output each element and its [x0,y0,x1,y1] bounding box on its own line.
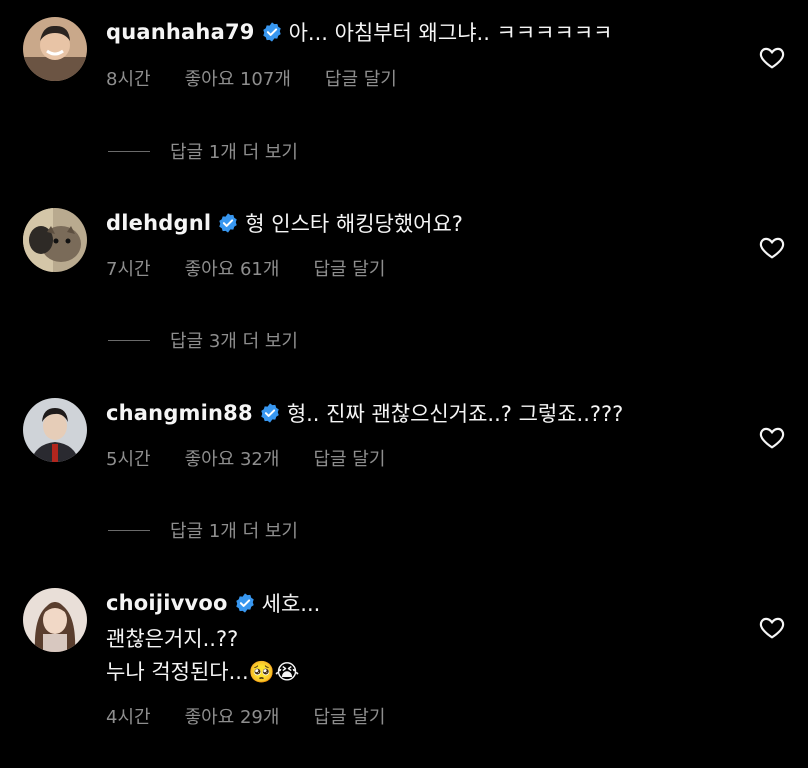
avatar[interactable] [23,588,87,652]
comment-text-line: 괜찮은거지..?? [106,623,238,653]
comment-text: 아... 아침부터 왜그냐.. ㅋㅋㅋㅋㅋㅋ [288,21,613,45]
comment-text: 형.. 진짜 괜찮으신거죠..? 그렇죠..??? [286,402,624,426]
divider [108,529,150,531]
comment-header: changmin88 형.. 진짜 괜찮으신거죠..? 그렇죠..??? [106,398,623,428]
reply-button[interactable]: 답글 달기 [313,703,385,729]
verified-badge-icon [217,212,239,234]
comment-time: 5시간 [106,449,151,470]
comment-text-line3: 누나 걱정된다...🥺😭 [106,660,300,684]
likes-count[interactable]: 좋아요 29개 [185,703,280,729]
comment-header: dlehdgnl 형 인스타 해킹당했어요? [106,208,463,238]
comment-meta: 7시간 좋아요 61개 답글 달기 [106,256,385,280]
comment-time: 4시간 [106,707,151,728]
comment-header: choijivvoo 세호... [106,588,320,618]
comment-meta: 8시간 좋아요 107개 답글 달기 [106,66,397,90]
view-replies-button[interactable]: 답글 3개 더 보기 [108,327,298,353]
heart-outline-icon[interactable] [759,45,785,69]
verified-badge-icon [234,592,256,614]
avatar[interactable] [23,208,87,272]
view-replies-label: 답글 1개 더 보기 [170,142,298,163]
comment-header: quanhaha79 아... 아침부터 왜그냐.. ㅋㅋㅋㅋㅋㅋ [106,17,612,47]
reply-button[interactable]: 답글 달기 [313,255,385,281]
verified-badge-icon [259,402,281,424]
username[interactable]: choijivvoo [106,591,228,615]
comment-meta: 4시간 좋아요 29개 답글 달기 [106,704,385,728]
avatar[interactable] [23,17,87,81]
view-replies-label: 답글 3개 더 보기 [170,331,298,352]
view-replies-label: 답글 1개 더 보기 [170,521,298,542]
likes-count[interactable]: 좋아요 107개 [185,65,291,91]
comment-time: 7시간 [106,259,151,280]
likes-count[interactable]: 좋아요 32개 [185,445,280,471]
likes-count[interactable]: 좋아요 61개 [185,255,280,281]
divider [108,339,150,341]
comment-text-line: 누나 걱정된다...🥺😭 [106,656,299,686]
username[interactable]: dlehdgnl [106,211,211,235]
heart-outline-icon[interactable] [759,425,785,449]
heart-outline-icon[interactable] [759,615,785,639]
username[interactable]: quanhaha79 [106,20,255,44]
heart-outline-icon[interactable] [759,235,785,259]
comment-text-line2: 괜찮은거지..?? [106,627,239,651]
view-replies-button[interactable]: 답글 1개 더 보기 [108,517,298,543]
reply-button[interactable]: 답글 달기 [313,445,385,471]
avatar[interactable] [23,398,87,462]
divider [108,150,150,152]
view-replies-button[interactable]: 답글 1개 더 보기 [108,138,298,164]
comment-text: 형 인스타 해킹당했어요? [245,212,463,236]
comment-meta: 5시간 좋아요 32개 답글 달기 [106,446,385,470]
comment-text: 세호... [261,592,321,616]
username[interactable]: changmin88 [106,401,253,425]
comment-time: 8시간 [106,69,151,90]
verified-badge-icon [261,21,283,43]
reply-button[interactable]: 답글 달기 [325,65,397,91]
